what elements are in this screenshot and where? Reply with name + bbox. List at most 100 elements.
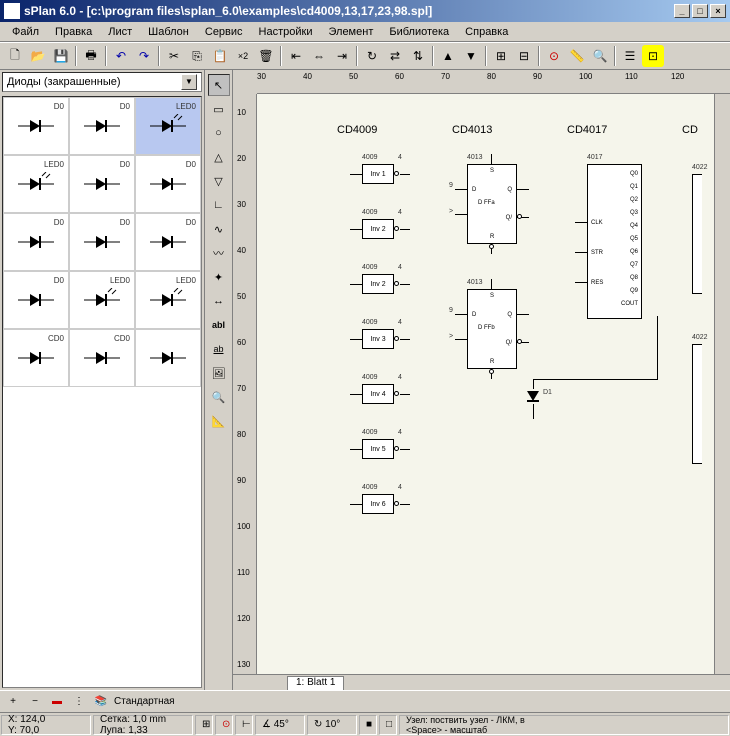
save-icon[interactable]: 💾 <box>50 45 72 67</box>
scrollbar-vertical[interactable] <box>714 94 730 674</box>
zoom-fit-icon[interactable]: ⊡ <box>642 45 664 67</box>
rotate-icon[interactable]: ↻ <box>361 45 383 67</box>
canvas-area: 30405060708090100110120 1020304050607080… <box>233 70 730 690</box>
poly-tool[interactable]: △ <box>208 146 230 168</box>
list-icon[interactable]: ☰ <box>619 45 641 67</box>
node-tool[interactable]: ✦ <box>208 266 230 288</box>
inverter-chip[interactable]: Inv 5 <box>362 439 394 459</box>
flip-h-icon[interactable]: ⇄ <box>384 45 406 67</box>
front-icon[interactable]: ▲ <box>437 45 459 67</box>
new-icon[interactable]: 🗋 <box>4 45 26 67</box>
delete-icon[interactable]: 🗑 <box>255 45 277 67</box>
image-tool[interactable]: 🖼 <box>208 362 230 384</box>
status-angle2[interactable]: ↻ 10° <box>307 715 357 735</box>
menu-template[interactable]: Шаблон <box>140 24 197 40</box>
line-tool[interactable]: ∟ <box>208 194 230 216</box>
paste-icon[interactable]: 📋 <box>209 45 231 67</box>
minimize-button[interactable]: _ <box>674 4 690 18</box>
grid-toggle[interactable]: ⊞ <box>195 715 213 735</box>
schematic-canvas[interactable]: CD4009CD4013CD4017CD4009Inv 1 44009Inv 2… <box>257 94 714 674</box>
status-angle1[interactable]: ∡ 45° <box>255 715 305 735</box>
category-dropdown[interactable]: Диоды (закрашенные) ▼ <box>2 72 202 92</box>
palette-item[interactable]: D0 <box>135 155 201 213</box>
undo-icon[interactable]: ↶ <box>110 45 132 67</box>
rect-tool[interactable]: ▭ <box>208 98 230 120</box>
copy-icon[interactable]: ⎘ <box>186 45 208 67</box>
palette-item[interactable]: D0 <box>69 97 135 155</box>
inverter-chip[interactable]: Inv 2 <box>362 219 394 239</box>
print-icon[interactable]: 🖶 <box>80 45 102 67</box>
sheet-tab[interactable]: 1: Blatt 1 <box>287 676 344 690</box>
chip-partial[interactable] <box>692 344 702 464</box>
chip-partial[interactable] <box>692 174 702 294</box>
find-icon[interactable]: 🔍 <box>589 45 611 67</box>
add-icon[interactable]: + <box>4 694 22 710</box>
cursor-tool[interactable]: ↖ <box>208 74 230 96</box>
back-icon[interactable]: ▼ <box>460 45 482 67</box>
palette-item[interactable]: LED0 <box>135 271 201 329</box>
palette-item[interactable]: LED0 <box>69 271 135 329</box>
snap-icon[interactable]: ⊙ <box>543 45 565 67</box>
menu-settings[interactable]: Настройки <box>251 24 321 40</box>
close-button[interactable]: × <box>710 4 726 18</box>
ortho-toggle[interactable]: ⊢ <box>235 715 253 735</box>
snap-toggle[interactable]: ⊙ <box>215 715 233 735</box>
align-center-icon[interactable]: ⇔ <box>308 45 330 67</box>
lib-book-icon[interactable]: 📚 <box>92 694 110 710</box>
measure-tool[interactable]: 📐 <box>208 410 230 432</box>
text-tool[interactable]: abI <box>208 314 230 336</box>
outline-toggle[interactable]: □ <box>379 715 397 735</box>
freehand-tool[interactable]: 〰 <box>208 242 230 264</box>
menu-help[interactable]: Справка <box>457 24 516 40</box>
ruler-icon[interactable]: 📏 <box>566 45 588 67</box>
menu-file[interactable]: Файл <box>4 24 47 40</box>
flip-v-icon[interactable]: ⇅ <box>407 45 429 67</box>
palette-item[interactable]: D0 <box>135 213 201 271</box>
maximize-button[interactable]: □ <box>692 4 708 18</box>
dimension-tool[interactable]: ↔ <box>208 290 230 312</box>
duplicate-icon[interactable]: ×2 <box>232 45 254 67</box>
menu-library[interactable]: Библиотека <box>381 24 457 40</box>
lib-props-icon[interactable]: ⋮ <box>70 694 88 710</box>
palette-item[interactable]: D0 <box>3 97 69 155</box>
dropdown-icon[interactable]: ▼ <box>181 74 197 90</box>
inverter-chip[interactable]: Inv 2 <box>362 274 394 294</box>
library-bar: + − ▬ ⋮ 📚 Стандартная <box>0 690 730 712</box>
inverter-chip[interactable]: Inv 4 <box>362 384 394 404</box>
inverter-chip[interactable]: Inv 3 <box>362 329 394 349</box>
menu-edit[interactable]: Правка <box>47 24 100 40</box>
zoom-tool[interactable]: 🔍 <box>208 386 230 408</box>
poly2-tool[interactable]: ▽ <box>208 170 230 192</box>
menu-element[interactable]: Элемент <box>320 24 381 40</box>
palette-item[interactable]: CD0 <box>69 329 135 387</box>
menu-sheet[interactable]: Лист <box>100 24 140 40</box>
cut-icon[interactable]: ✂ <box>163 45 185 67</box>
align-right-icon[interactable]: ⇥ <box>331 45 353 67</box>
redo-icon[interactable]: ↷ <box>133 45 155 67</box>
ungroup-icon[interactable]: ⊟ <box>513 45 535 67</box>
align-left-icon[interactable]: ⇤ <box>285 45 307 67</box>
palette-item[interactable]: D0 <box>69 155 135 213</box>
flipflop-chip[interactable]: S D Q D FFb Q/ R <box>467 289 517 369</box>
palette-item[interactable]: D0 <box>69 213 135 271</box>
circle-tool[interactable]: ○ <box>208 122 230 144</box>
remove-icon[interactable]: − <box>26 694 44 710</box>
inverter-chip[interactable]: Inv 6 <box>362 494 394 514</box>
label-tool[interactable]: ab <box>208 338 230 360</box>
palette-item[interactable]: LED0 <box>3 155 69 213</box>
lib-edit-icon[interactable]: ▬ <box>48 694 66 710</box>
flipflop-chip[interactable]: S D Q D FFa Q/ R <box>467 164 517 244</box>
ruler-horizontal: 30405060708090100110120 <box>257 70 730 94</box>
palette-item[interactable]: CD0 <box>3 329 69 387</box>
menu-service[interactable]: Сервис <box>197 24 251 40</box>
palette-item[interactable]: LED0 <box>135 97 201 155</box>
counter-chip[interactable]: Q0Q1Q2Q3Q4Q5Q6Q7Q8Q9COUTCLKSTRRES <box>587 164 642 319</box>
palette-item[interactable] <box>135 329 201 387</box>
fill-toggle[interactable]: ■ <box>359 715 377 735</box>
group-icon[interactable]: ⊞ <box>490 45 512 67</box>
palette-item[interactable]: D0 <box>3 271 69 329</box>
inverter-chip[interactable]: Inv 1 <box>362 164 394 184</box>
open-icon[interactable]: 📂 <box>27 45 49 67</box>
palette-item[interactable]: D0 <box>3 213 69 271</box>
bezier-tool[interactable]: ∿ <box>208 218 230 240</box>
